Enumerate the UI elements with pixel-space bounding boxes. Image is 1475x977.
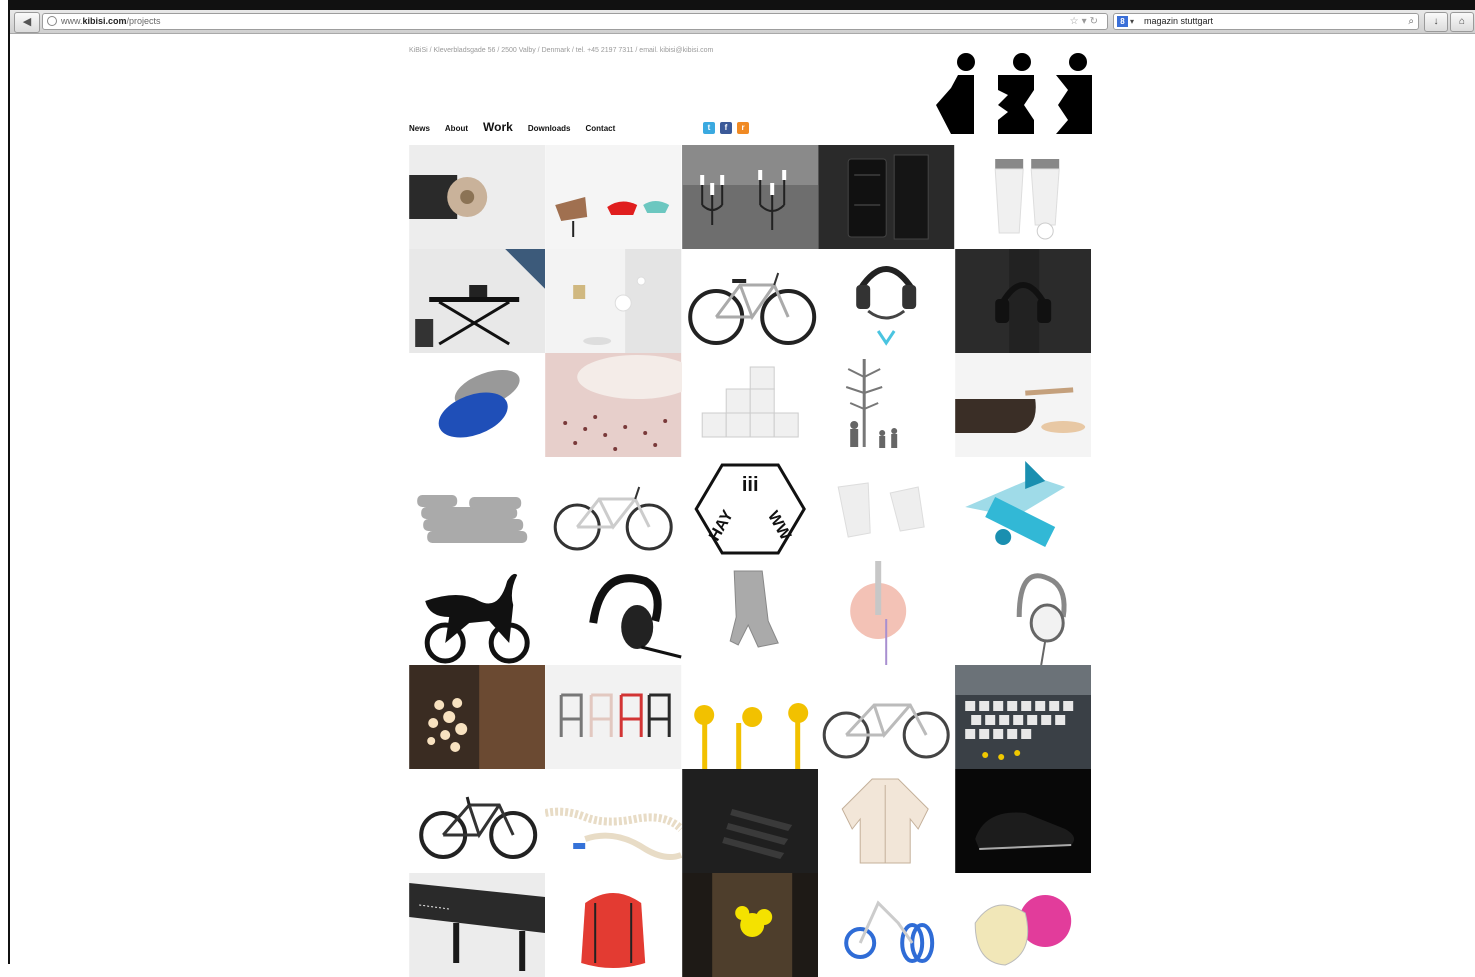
project-tile-tree-hanger[interactable]: [818, 353, 955, 457]
url-domain: kibisi.com: [82, 16, 127, 26]
project-tile-modular-wall-event[interactable]: [954, 665, 1091, 769]
project-tile-bicycle-grey[interactable]: [681, 249, 818, 353]
project-tile-yellow-stairwell[interactable]: [681, 873, 818, 977]
project-tile-white-bicycle[interactable]: [545, 457, 682, 561]
nav-news[interactable]: News: [409, 124, 430, 133]
search-bar[interactable]: 8 ▾ magazin stuttgart ⌕: [1113, 13, 1419, 30]
social-links: t f r: [703, 122, 749, 134]
project-tile-pan-and-spoon[interactable]: [954, 353, 1091, 457]
projects-grid: iii HAY WW: [409, 145, 1091, 977]
project-tile-black-bicycle[interactable]: [409, 769, 546, 873]
project-tile-blue-grey-pouf[interactable]: [409, 353, 546, 457]
browser-toolbar: ◀ www.kibisi.com/projects ☆▾↻ 8 ▾ magazi…: [10, 10, 1475, 34]
home-icon[interactable]: ⌂: [1450, 12, 1474, 32]
project-tile-black-hooks[interactable]: [681, 769, 818, 873]
project-tile-black-table[interactable]: [409, 873, 546, 977]
nav-work[interactable]: Work: [483, 120, 513, 134]
project-tile-blue-balance-bike[interactable]: [818, 873, 955, 977]
kibisi-logo[interactable]: [936, 50, 1092, 134]
search-icon[interactable]: ⌕: [1408, 14, 1414, 29]
project-tile-metal-chair[interactable]: [681, 561, 818, 665]
project-tile-candle-holders[interactable]: [681, 145, 818, 249]
url-text: www.kibisi.com/projects: [61, 16, 161, 26]
project-tile-hay-www-badge[interactable]: iii HAY WW: [681, 457, 818, 561]
window-frame-top: [0, 0, 1475, 10]
project-tile-pink-sphere-lamp[interactable]: [954, 873, 1091, 977]
project-tile-bubble-chandelier[interactable]: [409, 665, 546, 769]
project-tile-yellow-earphones[interactable]: [681, 665, 818, 769]
search-engine-icon[interactable]: 8: [1117, 16, 1128, 27]
project-tile-pink-dots-surface[interactable]: [545, 353, 682, 457]
project-tile-headphones-stand[interactable]: [818, 249, 955, 353]
project-tile-white-city-bike[interactable]: [818, 665, 955, 769]
project-tile-black-headphones[interactable]: [545, 561, 682, 665]
address-bar[interactable]: www.kibisi.com/projects ☆▾↻: [42, 13, 1108, 30]
facebook-icon[interactable]: f: [720, 122, 732, 134]
project-tile-dark-electronics[interactable]: [818, 145, 955, 249]
reload-icon[interactable]: ↻: [1090, 16, 1101, 27]
project-tile-white-chairs[interactable]: [818, 457, 955, 561]
project-tile-white-headphones[interactable]: [954, 561, 1091, 665]
project-tile-black-sneaker[interactable]: [954, 769, 1091, 873]
back-arrow-icon[interactable]: ◀: [14, 12, 40, 33]
star-icon[interactable]: ☆: [1070, 16, 1082, 27]
download-icon[interactable]: ↓: [1424, 12, 1448, 32]
project-tile-rain-jacket[interactable]: [818, 769, 955, 873]
project-tile-sandbag-sofa[interactable]: [409, 457, 546, 561]
project-tile-dark-headphones[interactable]: [954, 249, 1091, 353]
project-tile-work-desk[interactable]: [409, 249, 546, 353]
nav-about[interactable]: About: [445, 124, 468, 133]
search-query: magazin stuttgart: [1144, 16, 1214, 26]
address-line: KiBiSi / Kleverbladsgade 56 / 2500 Valby…: [409, 47, 714, 54]
search-engine-dropdown-icon[interactable]: ▾: [1130, 14, 1134, 29]
window-frame-left: [0, 0, 10, 964]
project-tile-puma-bike-logo[interactable]: [409, 561, 546, 665]
project-tile-red-bag[interactable]: [545, 873, 682, 977]
url-bar-icons: ☆▾↻: [1070, 14, 1101, 29]
project-tile-colored-chairs[interactable]: [545, 665, 682, 769]
nav-downloads[interactable]: Downloads: [528, 124, 571, 133]
project-tile-blue-plane-toy[interactable]: [954, 457, 1091, 561]
project-tile-coiled-cable[interactable]: [545, 769, 682, 873]
project-tile-wooden-fan-lamp[interactable]: [409, 145, 546, 249]
twitter-icon[interactable]: t: [703, 122, 715, 134]
badge-top-text: iii: [742, 474, 759, 496]
project-tile-white-salt-pepper[interactable]: [954, 145, 1091, 249]
globe-icon: [47, 16, 57, 26]
url-path: /projects: [126, 16, 161, 26]
project-tile-lounge-chairs[interactable]: [545, 145, 682, 249]
nav-contact[interactable]: Contact: [585, 124, 615, 133]
project-tile-shelf-system[interactable]: [681, 353, 818, 457]
project-tile-white-interior[interactable]: [545, 249, 682, 353]
dropdown-icon[interactable]: ▾: [1082, 16, 1090, 27]
url-prefix: www.: [61, 16, 83, 26]
main-nav: News About Work Downloads Contact: [409, 120, 630, 140]
rss-icon[interactable]: r: [737, 122, 749, 134]
project-tile-pink-disc[interactable]: [818, 561, 955, 665]
